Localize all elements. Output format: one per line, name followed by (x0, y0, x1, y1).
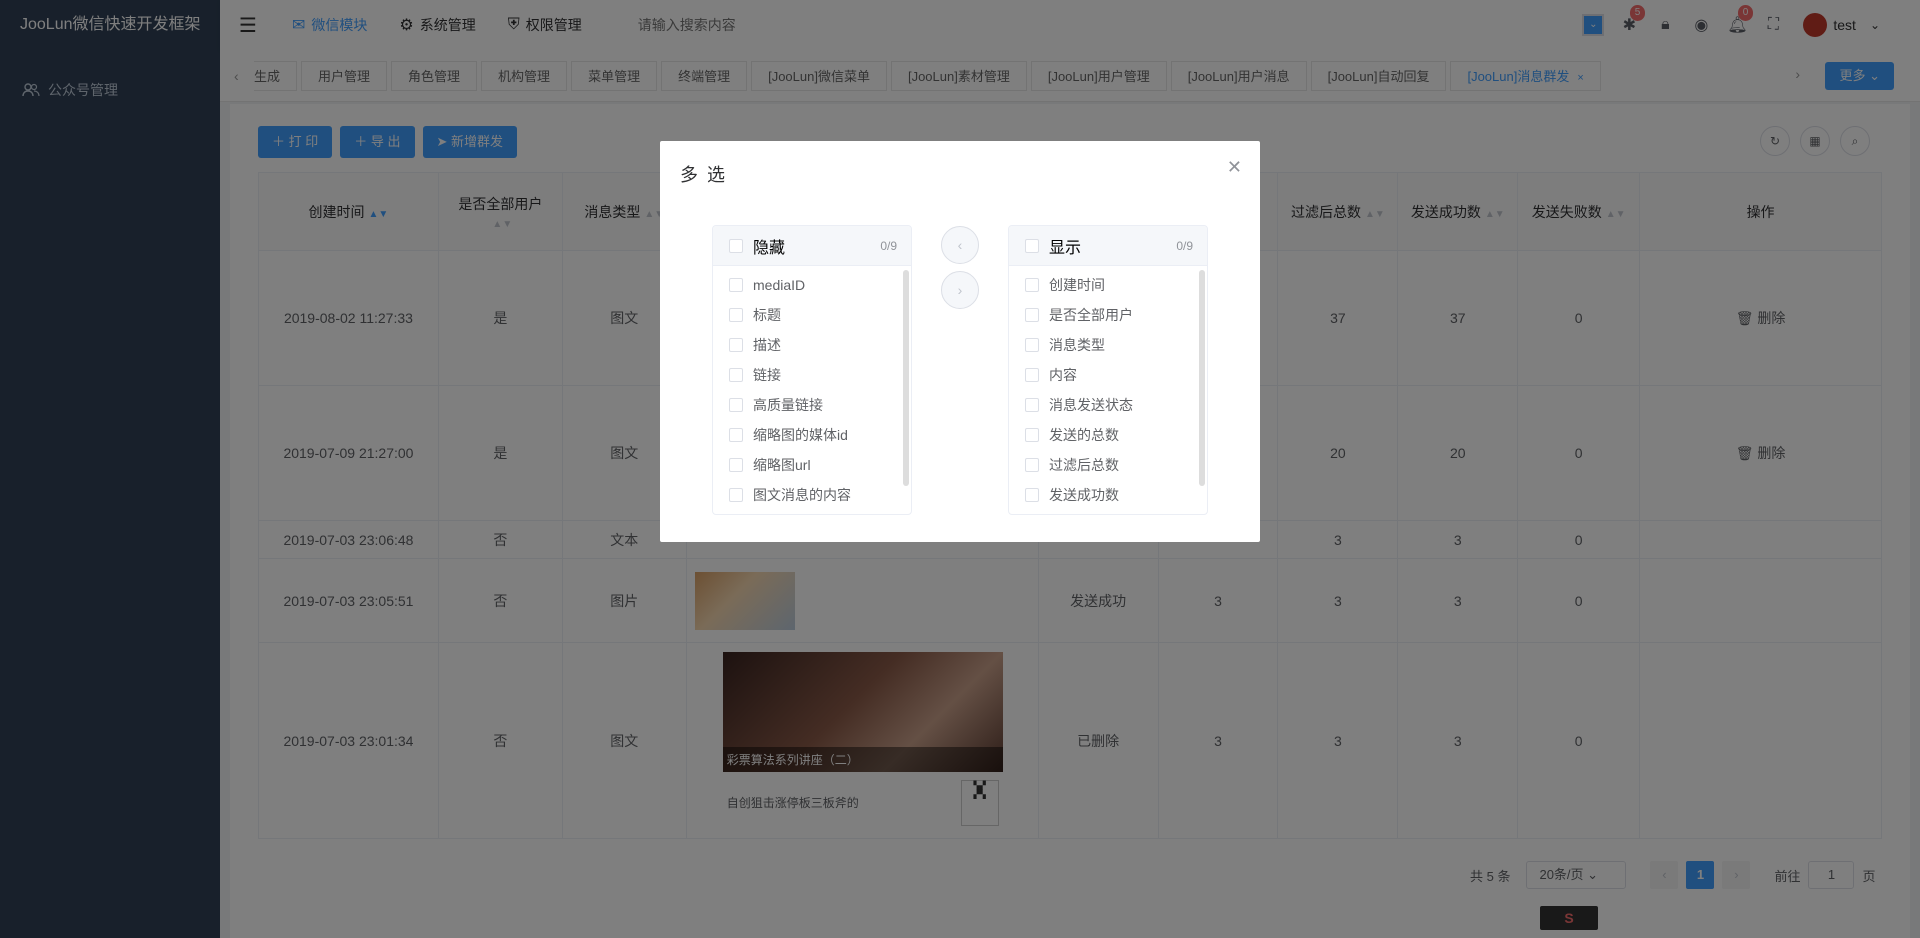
checkbox[interactable] (729, 398, 743, 412)
list-item[interactable]: 消息类型 (1009, 330, 1207, 360)
item-label: 创建时间 (1049, 277, 1105, 293)
select-all-checkbox[interactable] (1025, 238, 1039, 253)
transfer-panel-shown: 显示 0/9 创建时间 是否全部用户 消息类型 内容 消息发送状态 发送的总数 … (1008, 225, 1208, 515)
list-item[interactable]: mediaID (713, 270, 911, 300)
list-item[interactable]: 创建时间 (1009, 270, 1207, 300)
checkbox[interactable] (729, 308, 743, 322)
checkbox[interactable] (1025, 458, 1039, 472)
list-item[interactable]: 消息发送状态 (1009, 390, 1207, 420)
list-item[interactable]: 图文消息的内容 (713, 480, 911, 510)
item-label: 发送成功数 (1049, 487, 1119, 503)
item-label: 链接 (753, 367, 781, 383)
panel-list[interactable]: mediaID 标题 描述 链接 高质量链接 缩略图的媒体id 缩略图url 图… (713, 266, 911, 514)
item-label: 内容 (1049, 367, 1077, 383)
panel-count: 0/9 (880, 238, 897, 253)
item-label: 发送的总数 (1049, 427, 1119, 443)
checkbox[interactable] (729, 368, 743, 382)
list-item[interactable]: 是否全部用户 (1009, 300, 1207, 330)
item-label: 高质量链接 (753, 397, 823, 413)
list-item[interactable]: 标题 (713, 300, 911, 330)
checkbox[interactable] (1025, 278, 1039, 292)
list-item[interactable]: 链接 (713, 360, 911, 390)
item-label: 标题 (753, 307, 781, 323)
list-item[interactable]: 缩略图的媒体id (713, 420, 911, 450)
list-item[interactable]: 描述 (713, 330, 911, 360)
list-item[interactable]: 内容 (1009, 360, 1207, 390)
scrollbar[interactable] (903, 270, 909, 486)
select-all-checkbox[interactable] (729, 238, 743, 253)
checkbox[interactable] (1025, 368, 1039, 382)
item-label: 是否全部用户 (1049, 307, 1133, 323)
list-item[interactable]: 发送成功数 (1009, 480, 1207, 510)
checkbox[interactable] (1025, 488, 1039, 502)
move-right-button[interactable]: › (941, 271, 979, 309)
panel-title: 显示 (1049, 239, 1082, 257)
move-left-button[interactable]: ‹ (941, 226, 979, 264)
dialog-title: 多 选 (680, 165, 728, 185)
list-item[interactable]: 高质量链接 (713, 390, 911, 420)
panel-header: 隐藏 0/9 (713, 226, 911, 266)
checkbox[interactable] (729, 278, 743, 292)
item-label: 过滤后总数 (1049, 457, 1119, 473)
scrollbar[interactable] (1199, 270, 1205, 486)
checkbox[interactable] (1025, 428, 1039, 442)
item-label: 缩略图url (753, 457, 811, 473)
checkbox[interactable] (1025, 338, 1039, 352)
checkbox[interactable] (1025, 398, 1039, 412)
panel-list[interactable]: 创建时间 是否全部用户 消息类型 内容 消息发送状态 发送的总数 过滤后总数 发… (1009, 266, 1207, 514)
panel-count: 0/9 (1176, 238, 1193, 253)
checkbox[interactable] (1025, 308, 1039, 322)
checkbox[interactable] (729, 338, 743, 352)
item-label: 消息发送状态 (1049, 397, 1133, 413)
list-item[interactable]: 发送的总数 (1009, 420, 1207, 450)
item-label: 描述 (753, 337, 781, 353)
checkbox[interactable] (729, 488, 743, 502)
item-label: 消息类型 (1049, 337, 1105, 353)
list-item[interactable]: 缩略图url (713, 450, 911, 480)
item-label: 图文消息的内容 (753, 487, 851, 503)
list-item[interactable]: 过滤后总数 (1009, 450, 1207, 480)
transfer-panel-hidden: 隐藏 0/9 mediaID 标题 描述 链接 高质量链接 缩略图的媒体id 缩… (712, 225, 912, 515)
close-icon[interactable]: ✕ (1227, 157, 1242, 178)
multi-select-dialog: 多 选 ✕ 隐藏 0/9 mediaID 标题 描述 链接 高质量链接 缩略图的… (660, 141, 1260, 542)
panel-title: 隐藏 (753, 239, 786, 257)
checkbox[interactable] (729, 458, 743, 472)
panel-header: 显示 0/9 (1009, 226, 1207, 266)
checkbox[interactable] (729, 428, 743, 442)
item-label: mediaID (753, 277, 806, 293)
item-label: 缩略图的媒体id (753, 427, 848, 443)
